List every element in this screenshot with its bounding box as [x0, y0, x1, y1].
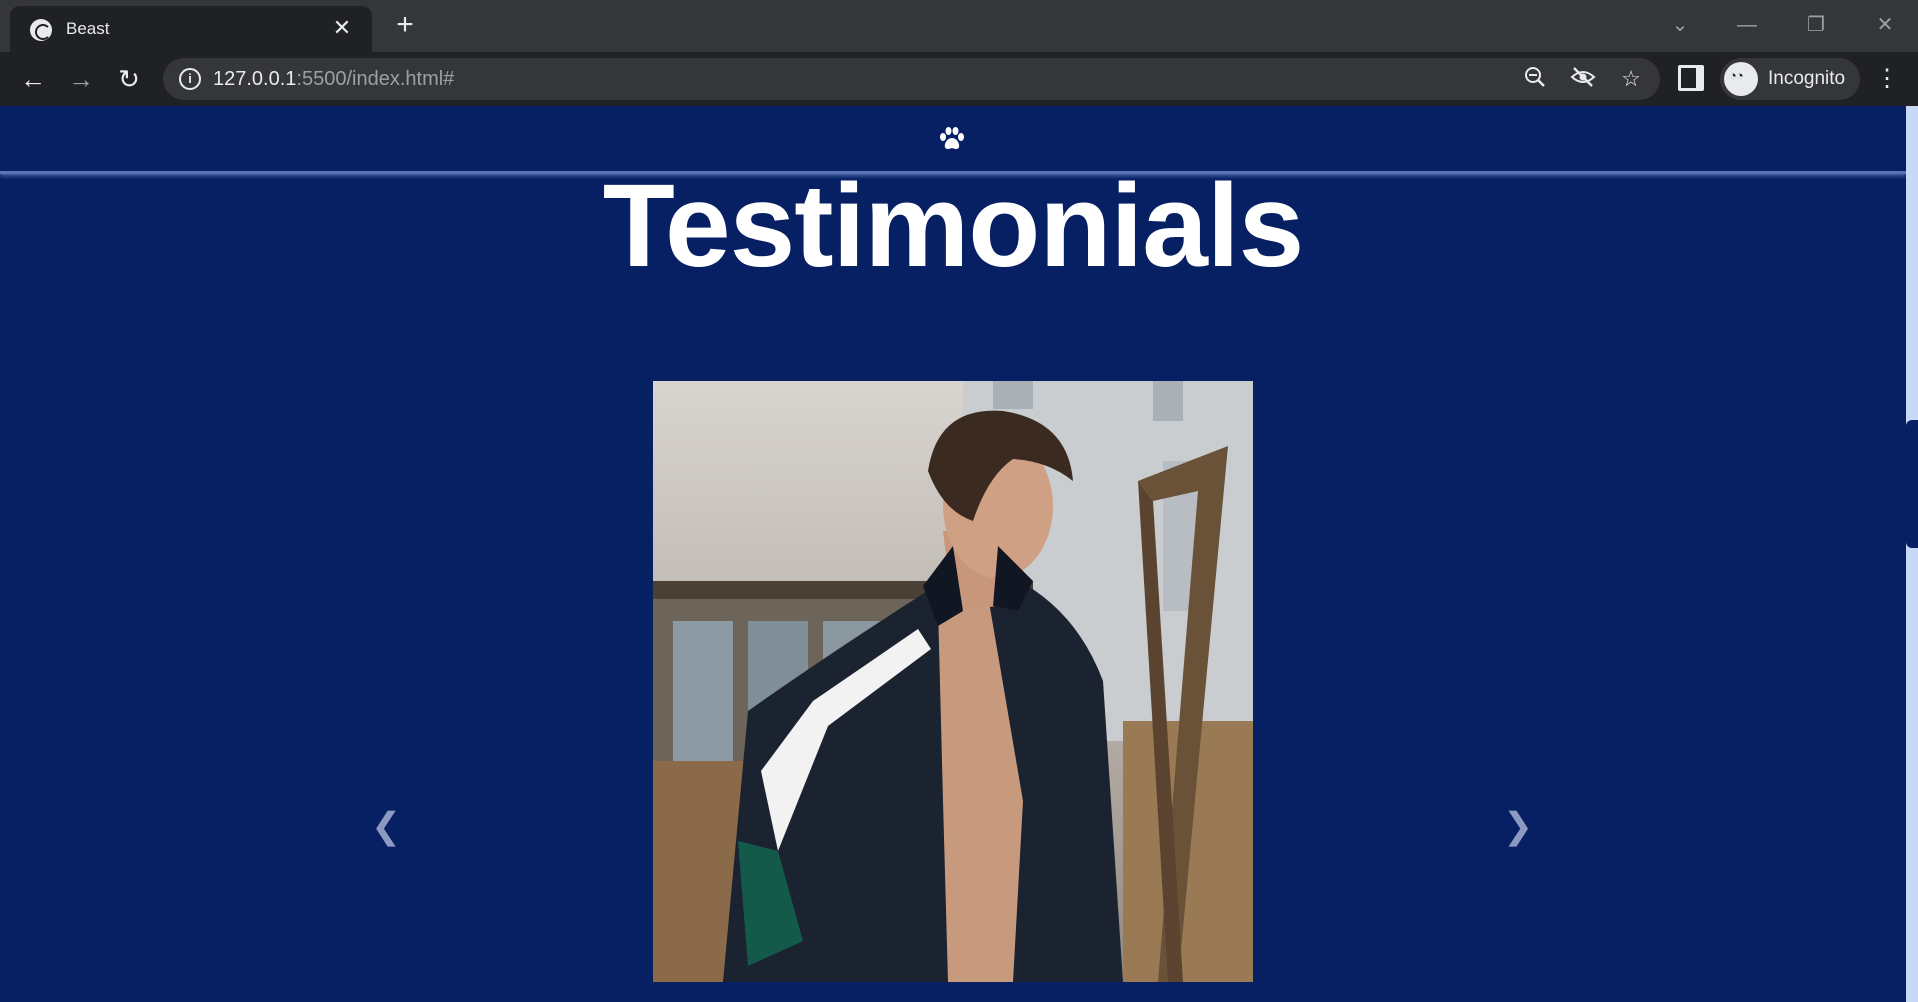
chevron-down-icon[interactable]: ⌄ [1663, 10, 1697, 40]
forward-icon[interactable]: → [64, 62, 98, 96]
profile-label: Incognito [1768, 68, 1846, 89]
page-content: Testimonials ❮ ❯ [0, 106, 1906, 1002]
page-title: Testimonials [602, 160, 1305, 292]
tab-strip: Beast ✕ + ⌄ — ❐ ✕ [0, 0, 1918, 52]
url-host: 127.0.0.1 [213, 68, 297, 90]
restore-icon[interactable]: ❐ [1799, 10, 1833, 40]
reload-icon[interactable]: ↻ [112, 62, 146, 96]
browser-tab[interactable]: Beast ✕ [10, 6, 372, 52]
scrollbar[interactable] [1906, 106, 1918, 1002]
eye-off-icon[interactable] [1569, 65, 1597, 93]
url-path: :5500/index.html# [296, 68, 455, 90]
menu-icon[interactable]: ⋮ [1872, 64, 1902, 94]
tab-title: Beast [66, 19, 110, 38]
star-icon[interactable]: ☆ [1617, 65, 1645, 93]
close-window-icon[interactable]: ✕ [1868, 10, 1902, 40]
zoom-out-icon[interactable] [1521, 65, 1549, 93]
carousel-prev-button[interactable]: ❮ [371, 806, 401, 846]
address-bar[interactable]: i 127.0.0.1:5500/index.html# ☆ [163, 58, 1660, 100]
new-tab-button[interactable]: + [390, 10, 420, 41]
incognito-profile-button[interactable]: Incognito [1720, 58, 1860, 100]
back-icon[interactable]: ← [16, 62, 50, 96]
carousel-next-button[interactable]: ❯ [1503, 806, 1533, 846]
testimonial-photo [653, 381, 1253, 982]
minimize-icon[interactable]: — [1730, 10, 1764, 40]
incognito-icon [1724, 62, 1758, 96]
url-text: 127.0.0.1:5500/index.html# [213, 68, 454, 91]
side-panel-icon[interactable] [1678, 65, 1704, 91]
scrollbar-thumb[interactable] [1906, 420, 1918, 548]
paw-icon[interactable] [938, 126, 966, 152]
close-tab-button[interactable]: ✕ [330, 16, 354, 40]
browser-toolbar: ← → ↻ i 127.0.0.1:5500/index.html# ☆ Inc… [0, 52, 1918, 106]
globe-icon [30, 19, 52, 41]
info-icon[interactable]: i [179, 68, 201, 90]
